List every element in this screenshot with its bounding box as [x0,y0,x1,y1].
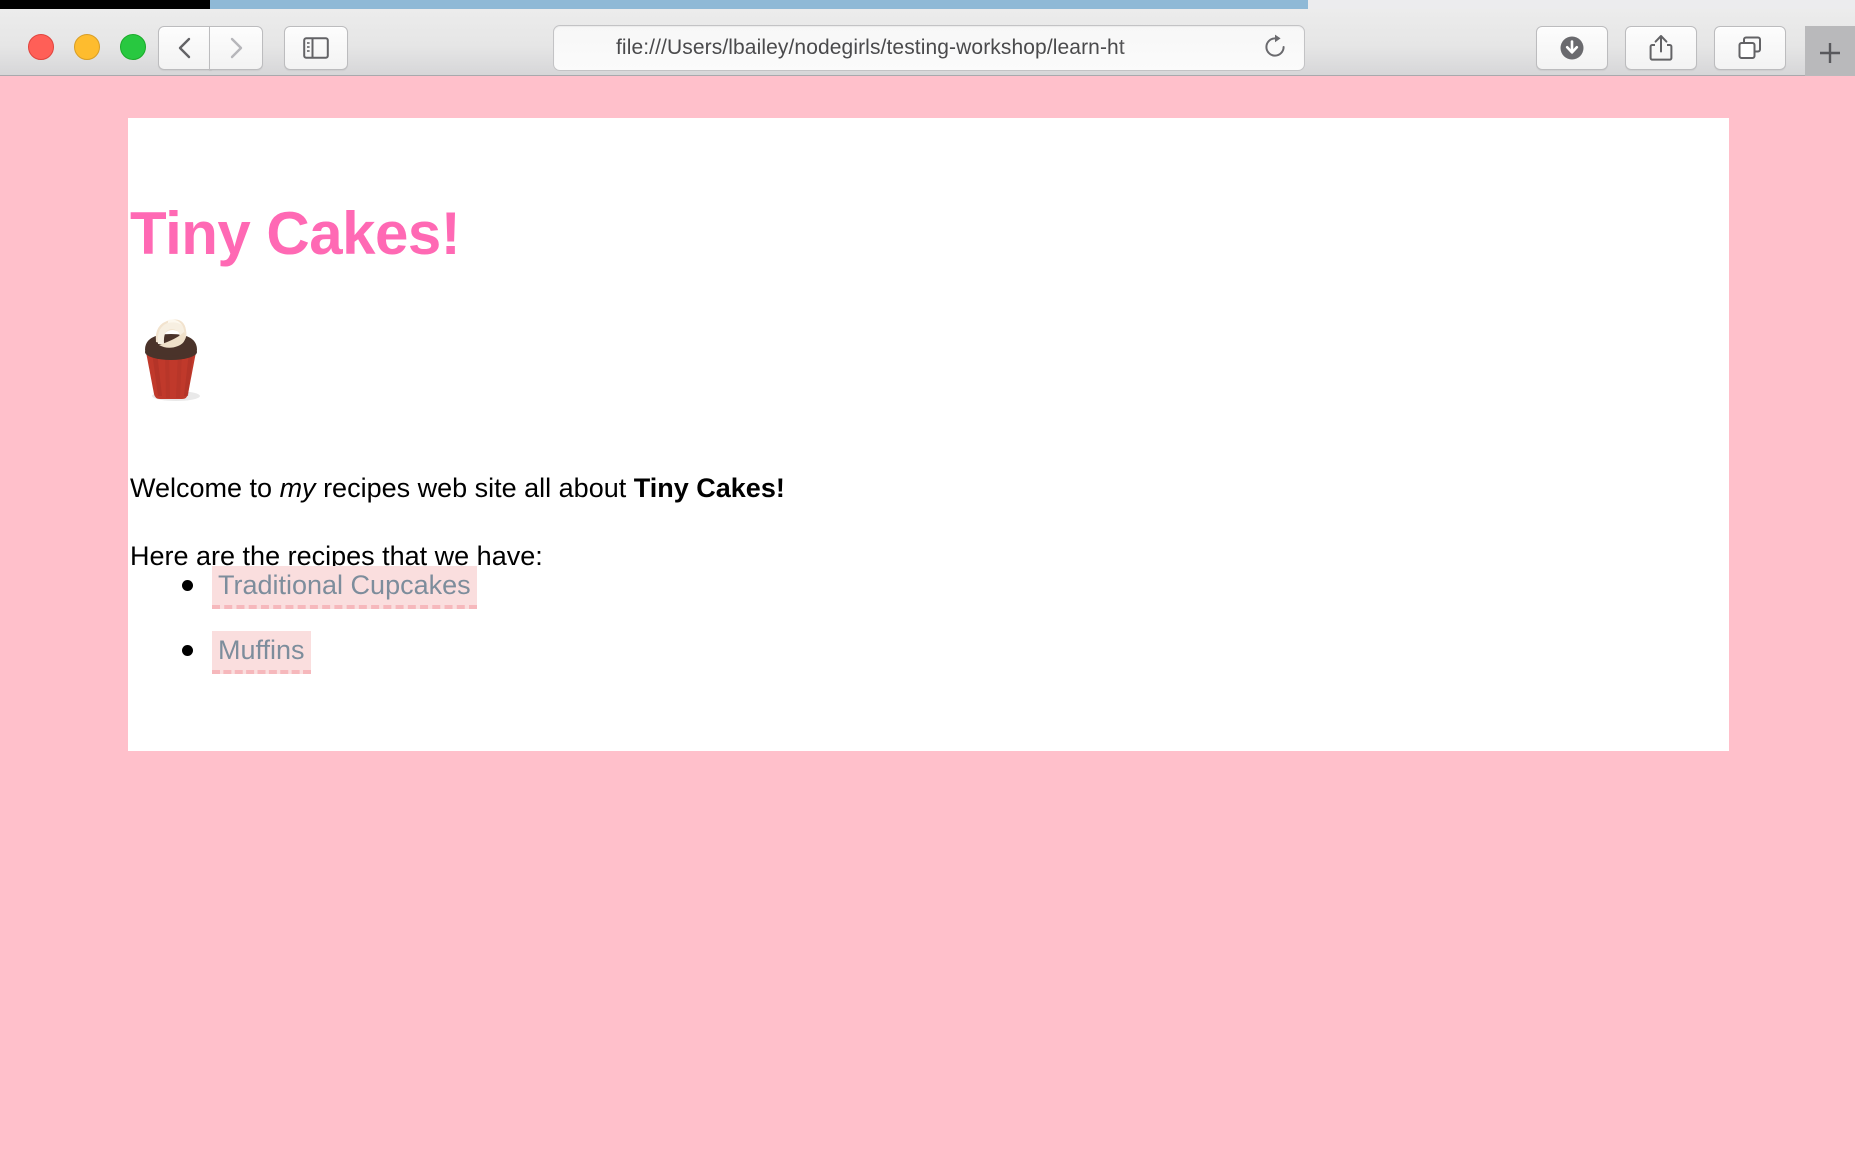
page-viewport: Tiny Cakes! Welcome to my recipes web si… [0,76,1855,1158]
reload-icon [1262,34,1288,65]
recipe-link-muffins[interactable]: Muffins [212,630,311,674]
window-controls [28,34,146,60]
recipe-link-traditional-cupcakes[interactable]: Traditional Cupcakes [212,566,477,609]
welcome-emphasis: my [279,473,316,503]
active-tab-indicator[interactable] [210,0,1308,9]
welcome-paragraph: Welcome to my recipes web site all about… [130,472,785,504]
chevron-left-icon [177,36,193,60]
show-sidebar-button[interactable] [284,26,348,70]
chevron-right-icon [228,36,244,60]
tab-strip [0,0,1855,9]
browser-toolbar: file:///Users/lbailey/nodegirls/testing-… [0,9,1855,84]
zoom-window-button[interactable] [120,34,146,60]
share-button[interactable] [1625,26,1697,70]
address-bar[interactable]: file:///Users/lbailey/nodegirls/testing-… [553,25,1305,71]
welcome-text-before: Welcome to [130,473,280,503]
share-icon [1648,34,1674,62]
downloads-button[interactable] [1536,26,1608,70]
welcome-strong: Tiny Cakes! [633,473,785,503]
recipe-list: Traditional Cupcakes Muffins [172,566,477,696]
close-window-button[interactable] [28,34,54,60]
sidebar-icon [303,37,329,59]
tabs-overview-icon [1737,35,1763,61]
list-item: Muffins [182,630,477,674]
welcome-text-middle: recipes web site all about [315,473,634,503]
cupcake-image [132,306,210,404]
plus-icon [1815,38,1845,73]
back-button[interactable] [158,26,212,70]
forward-button[interactable] [209,26,263,70]
tab-overview-button[interactable] [1714,26,1786,70]
reload-button[interactable] [1260,34,1290,64]
address-bar-url[interactable]: file:///Users/lbailey/nodegirls/testing-… [616,36,1186,60]
list-item: Traditional Cupcakes [182,566,477,609]
page-title: Tiny Cakes! [130,200,461,267]
minimize-window-button[interactable] [74,34,100,60]
tab-strip-empty-area [1308,0,1855,9]
page-content-card: Tiny Cakes! Welcome to my recipes web si… [128,118,1729,751]
browser-window: file:///Users/lbailey/nodegirls/testing-… [0,0,1855,1158]
download-icon [1558,34,1586,62]
